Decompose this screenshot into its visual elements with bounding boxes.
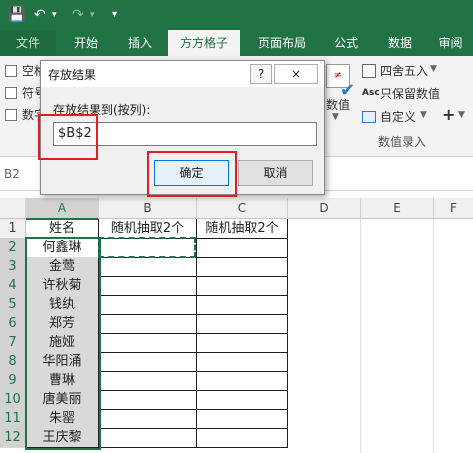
round-icon [362,64,376,78]
chevron-down-icon[interactable]: ▼ [430,64,437,74]
custom-icon [362,111,376,123]
tab-home[interactable]: 开始 [62,30,110,56]
cell-a1[interactable]: 姓名 [26,219,99,239]
row-header[interactable]: 5 [0,295,26,315]
close-button[interactable]: × [274,64,318,84]
tab-data[interactable]: 数据 [376,30,424,56]
help-button[interactable]: ? [250,64,272,84]
checkbox-symbol[interactable] [5,87,17,99]
row-header[interactable]: 7 [0,333,26,353]
tab-review[interactable]: 审阅 [428,30,473,56]
cell-c6[interactable] [197,314,288,334]
tab-file[interactable]: 文件 [0,30,56,56]
row-header[interactable]: 2 [0,238,26,258]
cell-c5[interactable] [197,295,288,315]
checkbox-space[interactable] [5,65,17,77]
row-header[interactable]: 8 [0,352,26,372]
cell-c4[interactable] [197,276,288,296]
cell-b7[interactable] [99,333,197,353]
cell-c9[interactable] [197,371,288,391]
row-header[interactable]: 6 [0,314,26,334]
row-header[interactable]: 3 [0,257,26,277]
chevron-down-icon[interactable]: ▼ [458,110,465,120]
chevron-down-icon[interactable]: ▼ [420,110,427,120]
row-header[interactable]: 10 [0,390,26,410]
save-icon[interactable]: 💾 [8,0,25,30]
ribbon-item-custom[interactable]: 自定义 [380,108,416,125]
ribbon-value-label[interactable]: 数值 [326,96,350,113]
plus-icon[interactable]: + [442,105,455,124]
chevron-down-icon[interactable]: ▼ [332,112,339,122]
selection-range-a [25,237,101,450]
column-header-row: A B C D E F [0,198,473,220]
row-header[interactable]: 1 [0,219,26,239]
cell-b5[interactable] [99,295,197,315]
cell-c8[interactable] [197,352,288,372]
ribbon-item-keep-values[interactable]: 只保留数值 [380,85,440,102]
annotation-ok-highlight [147,151,237,197]
row-header[interactable]: 12 [0,428,26,448]
keep-values-icon: Asc [362,88,380,98]
row-header[interactable]: 4 [0,276,26,296]
cell-b3[interactable] [99,257,197,277]
annotation-input-highlight [38,114,98,160]
marquee-b2 [98,237,196,258]
ribbon-tabs: 文件 开始 插入 方方格子 页面布局 公式 数据 审阅 [0,30,473,56]
customize-icon[interactable]: ▾ [112,0,117,30]
ribbon-item-round[interactable]: 四舍五入 [380,62,428,79]
cell-c12[interactable] [197,428,288,448]
tab-page-layout[interactable]: 页面布局 [248,30,316,56]
cell-b10[interactable] [99,390,197,410]
checkbox-number[interactable] [5,109,17,121]
row-header[interactable]: 9 [0,371,26,391]
sheet-grid: 1 2 3 4 5 6 7 8 9 10 11 12 姓名 随机抽取2个 随机抽… [0,219,473,453]
undo-icon[interactable]: ↶ [34,0,46,30]
cancel-button[interactable]: 取消 [238,160,313,186]
tab-fangfang[interactable]: 方方格子 [168,30,240,56]
column-header-c[interactable]: C [197,198,288,218]
redo-icon[interactable]: ↷ [72,0,84,30]
row-header[interactable]: 11 [0,409,26,429]
cell-b8[interactable] [99,352,197,372]
column-header-a[interactable]: A [26,198,99,220]
cell-b11[interactable] [99,409,197,429]
cell-c11[interactable] [197,409,288,429]
chevron-down-icon[interactable]: ▾ [52,0,57,30]
select-all-corner[interactable] [0,198,26,218]
cell-c1[interactable]: 随机抽取2个 [197,219,288,239]
cell-c7[interactable] [197,333,288,353]
tab-insert[interactable]: 插入 [116,30,164,56]
column-header-e[interactable]: E [361,198,434,218]
tab-formulas[interactable]: 公式 [322,30,370,56]
column-header-d[interactable]: D [288,198,361,218]
cell-c3[interactable] [197,257,288,277]
cell-c2[interactable] [197,238,288,258]
name-box[interactable]: B2 [4,164,36,184]
cell-b6[interactable] [99,314,197,334]
dialog-title-bar[interactable]: 存放结果 ? × [41,61,324,87]
cell-b1[interactable]: 随机抽取2个 [99,219,197,239]
cell-c10[interactable] [197,390,288,410]
cell-b12[interactable] [99,428,197,448]
column-header-b[interactable]: B [99,198,197,218]
dialog-title: 存放结果 [48,68,97,82]
ribbon-group-label: 数值录入 [378,135,427,149]
chevron-down-icon[interactable]: ▾ [90,0,95,30]
column-header-f[interactable]: F [434,198,473,218]
title-bar: 💾 ↶ ▾ ↷ ▾ ▾ [0,0,473,30]
cell-b4[interactable] [99,276,197,296]
cell-b9[interactable] [99,371,197,391]
